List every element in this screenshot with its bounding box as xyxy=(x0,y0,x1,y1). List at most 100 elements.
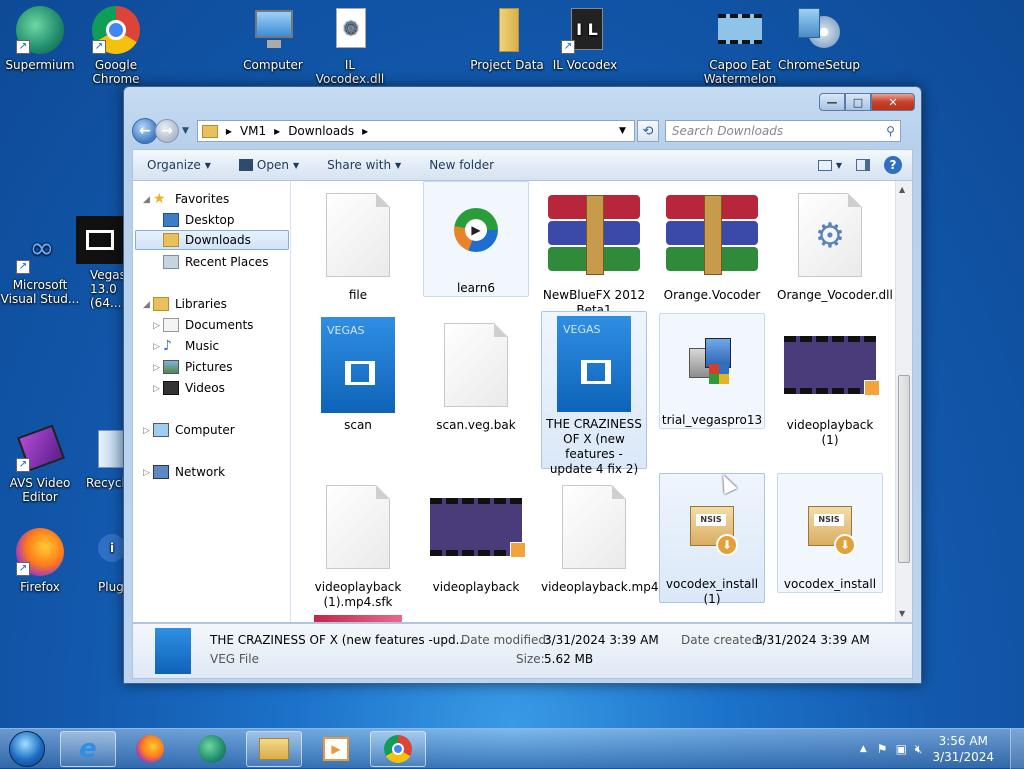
desktop-icon-il-vocodex[interactable]: I L ↗ IL Vocodex xyxy=(545,6,625,72)
refresh-button[interactable]: ⟲ xyxy=(636,120,659,142)
file-name: vocodex_install (1) xyxy=(665,577,759,606)
taskbar-firefox[interactable] xyxy=(122,731,178,767)
file-item-partial[interactable] xyxy=(314,615,402,622)
nav-videos[interactable]: Videos xyxy=(163,378,225,398)
desktop-icon-chromesetup[interactable]: ChromeSetup xyxy=(778,6,860,72)
desktop-icon-plugin[interactable]: i Plug... xyxy=(76,528,124,594)
desktop-icon-vegas[interactable]: Vegas 13.0 (64... xyxy=(76,216,124,310)
address-dropdown-icon[interactable]: ▼ xyxy=(619,126,626,136)
file-item[interactable]: Orange.Vocoder xyxy=(659,185,765,303)
file-name: vocodex_install xyxy=(783,577,877,591)
start-button[interactable] xyxy=(2,729,52,769)
clock[interactable]: 3:56 AM 3/31/2024 xyxy=(932,733,994,765)
minimize-button[interactable]: — xyxy=(819,93,845,111)
open-button[interactable]: Open ▼ xyxy=(225,158,313,172)
scrollbar-thumb[interactable] xyxy=(898,375,910,563)
change-view-icon[interactable] xyxy=(817,159,832,171)
desktop-icon-label: Recycle... xyxy=(86,476,124,490)
desktop-icon-chrome[interactable]: ↗ Google Chrome xyxy=(76,6,156,86)
file-item[interactable]: videoplayback.mp4.sfk xyxy=(541,477,680,595)
nav-network[interactable]: Network xyxy=(153,462,225,482)
file-item-selected[interactable]: VEGAS THE CRAZINESS OF X (new features -… xyxy=(541,311,647,476)
collapse-arrow-icon[interactable]: ▷ xyxy=(153,321,160,331)
help-icon[interactable]: ? xyxy=(884,156,902,174)
vertical-scrollbar[interactable]: ▲ ▼ xyxy=(895,181,912,622)
taskbar-supermium[interactable] xyxy=(184,731,240,767)
scroll-down-arrow-icon[interactable]: ▼ xyxy=(899,609,905,618)
collapse-arrow-icon[interactable]: ▷ xyxy=(143,468,150,478)
address-bar[interactable]: ▸ VM1 ▸ Downloads ▸ ▼ xyxy=(196,120,635,142)
action-center-flag-icon[interactable]: ⚑ xyxy=(877,742,888,756)
new-folder-button[interactable]: New folder xyxy=(415,158,508,172)
vegas-project-icon xyxy=(155,628,191,674)
desktop-icon-avs[interactable]: ↗ AVS Video Editor xyxy=(0,424,80,504)
file-item[interactable]: videoplayback (1).mp4.sfk xyxy=(305,477,411,610)
file-name: scan.veg.bak xyxy=(436,418,516,432)
file-item[interactable]: ▶ learn6 xyxy=(423,181,529,297)
file-item[interactable]: NewBlueFX 2012 Beta1 xyxy=(541,185,647,318)
file-item[interactable]: ⚙ Orange_Vocoder.dll xyxy=(777,185,893,303)
view-dropdown-icon[interactable]: ▼ xyxy=(836,161,842,170)
desktop-icon-project-data[interactable]: Project Data xyxy=(467,6,547,72)
nav-downloads[interactable]: Downloads xyxy=(135,230,289,250)
nav-computer[interactable]: Computer xyxy=(153,420,235,440)
nav-favorites[interactable]: ★ Favorites xyxy=(153,189,229,209)
expand-arrow-icon[interactable]: ◢ xyxy=(143,195,150,205)
maximize-button[interactable]: □ xyxy=(845,93,871,111)
taskbar-explorer[interactable] xyxy=(246,731,302,767)
collapse-arrow-icon[interactable]: ▷ xyxy=(153,342,160,352)
desktop-icon-supermium[interactable]: ↗ Supermium xyxy=(0,6,80,72)
collapse-arrow-icon[interactable]: ▷ xyxy=(143,426,150,436)
organize-button[interactable]: Organize ▼ xyxy=(133,158,225,172)
file-item[interactable]: trial_vegaspro13 xyxy=(659,313,765,429)
taskbar-chrome[interactable] xyxy=(370,731,426,767)
file-item[interactable]: VEGAS scan xyxy=(305,315,411,433)
recent-pages-dropdown-icon[interactable]: ▼ xyxy=(182,126,189,136)
breadcrumb-separator-icon[interactable]: ▸ xyxy=(226,124,232,138)
desktop-icon-firefox[interactable]: ↗ Firefox xyxy=(0,528,80,594)
desktop-icon-capoo[interactable]: Capoo Eat Watermelon xyxy=(700,6,780,86)
file-item[interactable]: NSIS ⬇ vocodex_install xyxy=(777,473,883,593)
il-vocodex-icon: I L ↗ xyxy=(561,6,609,54)
share-with-button[interactable]: Share with ▼ xyxy=(313,158,415,172)
file-item[interactable]: scan.veg.bak xyxy=(423,315,529,433)
preview-pane-icon[interactable] xyxy=(856,159,870,171)
taskbar-media-player[interactable]: ▶ xyxy=(308,731,364,767)
search-icon[interactable]: ⚲ xyxy=(886,124,895,138)
desktop-icon-il-vocodex-dll[interactable]: ⚙ IL Vocodex.dll xyxy=(310,6,390,86)
breadcrumb-separator-icon[interactable]: ▸ xyxy=(362,124,368,138)
nav-libraries[interactable]: Libraries xyxy=(153,294,227,314)
search-input[interactable]: Search Downloads ⚲ xyxy=(664,120,901,142)
file-name: scan xyxy=(344,418,372,432)
nav-music[interactable]: ♪ Music xyxy=(163,336,219,356)
close-button[interactable]: ✕ xyxy=(871,93,915,111)
nav-recent-places[interactable]: Recent Places xyxy=(163,252,268,272)
volume-muted-icon[interactable]: 🔇︎ xyxy=(915,742,923,757)
forward-button[interactable]: → xyxy=(155,119,179,143)
breadcrumb-downloads[interactable]: Downloads xyxy=(288,124,354,138)
collapse-arrow-icon[interactable]: ▷ xyxy=(153,363,160,373)
nav-pictures[interactable]: Pictures xyxy=(163,357,233,377)
file-item[interactable]: file xyxy=(305,185,411,303)
breadcrumb-separator-icon[interactable]: ▸ xyxy=(274,124,280,138)
nav-documents[interactable]: Documents xyxy=(163,315,253,335)
desktop-icon-computer[interactable]: Computer xyxy=(233,6,313,72)
expand-arrow-icon[interactable]: ◢ xyxy=(143,300,150,310)
file-item-hovered[interactable]: NSIS ⬇ vocodex_install (1) xyxy=(659,473,765,606)
file-item[interactable]: videoplayback (1) xyxy=(777,315,883,448)
explorer-window: — □ ✕ ← → ▼ ▸ VM1 ▸ Downloads ▸ ▼ ⟲ Sear… xyxy=(123,86,922,684)
scroll-up-arrow-icon[interactable]: ▲ xyxy=(899,185,905,194)
file-item[interactable]: videoplayback xyxy=(423,477,529,595)
desktop-icon-recycle-bin[interactable]: Recycle... xyxy=(76,424,124,490)
taskbar-internet-explorer[interactable]: e xyxy=(60,731,116,767)
desktop-icon-label: Plug... xyxy=(98,580,124,594)
collapse-arrow-icon[interactable]: ▷ xyxy=(153,384,160,394)
breadcrumb-vm1[interactable]: VM1 xyxy=(240,124,266,138)
nav-desktop[interactable]: Desktop xyxy=(163,210,235,230)
network-status-icon[interactable]: ▣ xyxy=(896,742,907,756)
network-icon xyxy=(153,465,169,479)
show-hidden-icons-icon[interactable]: ▲ xyxy=(860,744,867,754)
file-name: videoplayback (1) xyxy=(786,418,874,447)
show-desktop-button[interactable] xyxy=(1010,729,1024,769)
desktop-icon-visual-studio[interactable]: ∞ ↗ Microsoft Visual Stud... xyxy=(0,226,80,307)
